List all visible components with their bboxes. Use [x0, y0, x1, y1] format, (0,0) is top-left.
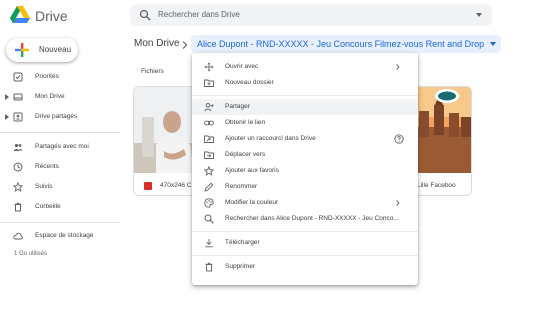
shared-with-me-icon: [13, 143, 23, 151]
breadcrumb-current-folder[interactable]: Alice Dupont - RND-XXXXX - Jeu Concours …: [191, 35, 502, 53]
chevron-right-icon: [396, 64, 400, 70]
file-name: 470x246 C: [160, 182, 192, 189]
sidebar-item-label: Suivis: [35, 183, 53, 190]
menu-item-get-link[interactable]: Obtenir le lien: [192, 115, 418, 131]
sidebar-item-label: Corbeille: [35, 203, 61, 210]
menu-item-move-to[interactable]: Déplacer vers: [192, 147, 418, 163]
menu-item-delete[interactable]: Supprimer: [192, 259, 418, 275]
new-button-label: Nouveau: [39, 45, 72, 54]
menu-item-label: Rechercher dans Alice Dupont - RND-XXXXX…: [225, 215, 399, 222]
image-file-icon: [144, 182, 152, 190]
menu-item-label: Renommer: [225, 183, 258, 190]
sidebar-item-label: Mon Drive: [35, 93, 65, 100]
sidebar-item-my-drive[interactable]: Mon Drive: [0, 90, 120, 104]
sidebar-item-label: Drive partagés: [35, 113, 78, 120]
search-bar[interactable]: Rechercher dans Drive: [130, 4, 492, 26]
sidebar-item-label: Espace de stockage: [35, 232, 94, 239]
share-icon: [204, 103, 214, 112]
star-icon: [13, 182, 23, 192]
sidebar-item-shared-drives[interactable]: Drive partagés: [0, 110, 120, 124]
context-menu: Ouvrir avec Nouveau dossier Partager Obt…: [192, 53, 418, 285]
menu-item-label: Supprimer: [225, 263, 255, 270]
link-icon: [204, 120, 214, 126]
delete-icon: [205, 262, 213, 272]
search-icon[interactable]: [139, 9, 151, 21]
sidebar-item-starred[interactable]: Suivis: [0, 180, 120, 194]
menu-divider: [192, 255, 418, 256]
sidebar-item-storage[interactable]: Espace de stockage: [0, 229, 120, 243]
menu-item-label: Ajouter un raccourci dans Drive: [225, 135, 316, 142]
star-outline-icon: [204, 166, 214, 176]
chevron-down-icon: [490, 42, 497, 46]
sidebar-item-priority[interactable]: Priorités: [0, 70, 120, 84]
menu-item-download[interactable]: Télécharger: [192, 235, 418, 251]
menu-item-change-color[interactable]: Modifier la couleur: [192, 195, 418, 211]
expand-caret-icon[interactable]: [5, 114, 9, 120]
breadcrumb-current-label: Alice Dupont - RND-XXXXX - Jeu Concours …: [197, 39, 485, 49]
sidebar-item-label: Priorités: [35, 73, 59, 80]
plus-icon: [15, 43, 29, 57]
sidebar-item-trash[interactable]: Corbeille: [0, 200, 120, 214]
chevron-right-icon: [396, 200, 400, 206]
drive-logo-icon[interactable]: [10, 6, 30, 24]
top-bar: Drive Rechercher dans Drive: [0, 0, 554, 32]
rename-icon: [204, 182, 214, 192]
menu-item-label: Télécharger: [225, 239, 260, 246]
menu-item-add-to-starred[interactable]: Ajouter aux favoris: [192, 163, 418, 179]
menu-item-label: Nouveau dossier: [225, 79, 274, 86]
search-input[interactable]: Rechercher dans Drive: [158, 10, 240, 19]
clock-icon: [13, 162, 23, 172]
cloud-icon: [13, 232, 23, 240]
open-with-icon: [204, 62, 214, 72]
menu-divider: [192, 231, 418, 232]
trash-icon: [14, 202, 22, 212]
add-shortcut-icon: [204, 135, 214, 143]
menu-item-label: Déplacer vers: [225, 151, 266, 158]
priority-icon: [13, 72, 23, 82]
menu-item-rename[interactable]: Renommer: [192, 179, 418, 195]
menu-item-label: Obtenir le lien: [225, 119, 266, 126]
new-button[interactable]: Nouveau: [6, 38, 78, 62]
app-name: Drive: [35, 8, 68, 24]
menu-item-add-shortcut[interactable]: Ajouter un raccourci dans Drive: [192, 131, 418, 147]
my-drive-icon: [13, 93, 23, 101]
sidebar-divider: [0, 222, 120, 223]
menu-item-label: Partager: [225, 103, 250, 110]
menu-item-label: Ouvrir avec: [225, 63, 259, 70]
menu-item-open-with[interactable]: Ouvrir avec: [192, 59, 418, 75]
menu-item-share[interactable]: Partager: [192, 99, 418, 115]
menu-item-label: Modifier la couleur: [225, 199, 279, 206]
sidebar-item-recent[interactable]: Récents: [0, 160, 120, 174]
shared-drives-icon: [13, 112, 23, 122]
new-folder-icon: [204, 79, 214, 87]
menu-divider: [192, 95, 418, 96]
files-section-label: Fichiers: [141, 68, 164, 75]
sidebar-item-shared-with-me[interactable]: Partagés avec moi: [0, 140, 120, 154]
sidebar-item-label: Récents: [35, 163, 59, 170]
download-icon: [205, 239, 213, 248]
sidebar-divider: [0, 132, 120, 133]
sidebar-item-label: Partagés avec moi: [35, 143, 89, 150]
menu-item-label: Ajouter aux favoris: [225, 167, 279, 174]
file-name: Lille Faceboo: [417, 182, 456, 189]
menu-item-search-in-folder[interactable]: Rechercher dans Alice Dupont - RND-XXXXX…: [192, 211, 418, 227]
breadcrumb-root[interactable]: Mon Drive: [134, 38, 180, 49]
search-in-folder-icon: [204, 214, 214, 224]
help-icon[interactable]: [394, 134, 404, 144]
search-options-icon[interactable]: [476, 13, 482, 17]
chevron-right-icon: [182, 41, 188, 49]
move-to-icon: [204, 151, 214, 159]
menu-item-new-folder[interactable]: Nouveau dossier: [192, 75, 418, 91]
expand-caret-icon[interactable]: [5, 94, 9, 100]
palette-icon: [204, 198, 214, 208]
storage-usage-text: 1 Go utilisés: [14, 251, 48, 257]
